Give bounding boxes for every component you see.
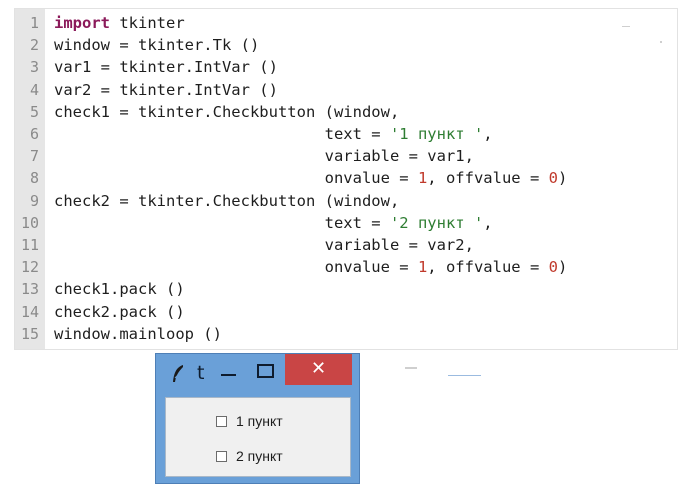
code-text: var1 = tkinter.IntVar () [54, 56, 278, 78]
code-text: check1.pack () [54, 278, 185, 300]
code-text: check2.pack () [54, 301, 185, 323]
code-text: window.mainloop () [54, 323, 222, 345]
line-number: 15 [20, 324, 39, 343]
code-token: check1 = tkinter.Checkbutton (window, [54, 102, 400, 121]
code-token: text = [54, 213, 390, 232]
code-token: variable = var1, [54, 147, 474, 166]
string-token: '1 пункт ' [389, 125, 484, 143]
number-token: 1 [417, 258, 428, 277]
code-text: import tkinter [54, 12, 185, 34]
code-token: tkinter [110, 14, 185, 32]
code-token: window.mainloop () [54, 324, 222, 343]
checkbox-2-box[interactable] [216, 450, 227, 462]
checkbox-1[interactable]: 1 пункт [216, 410, 283, 432]
artifact [660, 41, 662, 43]
artifact [448, 375, 481, 376]
artifact [622, 26, 630, 27]
checkbox-1-box[interactable] [216, 415, 227, 427]
checkbox-2[interactable]: 2 пункт [216, 445, 283, 467]
code-text: check2 = tkinter.Checkbutton (window, [54, 190, 399, 212]
code-text: variable = var2, [54, 234, 474, 256]
code-token: check2.pack () [54, 302, 185, 321]
line-number: 9 [29, 191, 39, 210]
code-token: ) [557, 169, 568, 188]
code-token: ) [557, 258, 568, 277]
number-token: 0 [548, 169, 558, 188]
line-number: 7 [29, 147, 39, 166]
code-token: onvalue = [54, 169, 418, 188]
code-token: , offvalue = [427, 169, 549, 188]
window-client-area: 1 пункт 2 пункт [165, 397, 351, 477]
code-token: , offvalue = [427, 258, 549, 277]
minimize-button[interactable] [217, 360, 241, 384]
code-text: onvalue = 1, offvalue = 0) [54, 256, 568, 278]
line-number: 6 [29, 125, 39, 143]
artifact [405, 367, 417, 369]
code-token: text = [54, 125, 390, 143]
code-token: window = tkinter.Tk () [54, 36, 260, 55]
checkbox-2-label: 2 пункт [236, 448, 283, 464]
code-token: variable = var2, [54, 236, 474, 254]
code-text: check1 = tkinter.Checkbutton (window, [54, 101, 399, 123]
feather-icon [171, 364, 185, 388]
code-text: variable = var1, [54, 145, 474, 167]
code-text: window = tkinter.Tk () [54, 34, 259, 56]
number-token: 1 [417, 169, 428, 188]
code-token: , [483, 125, 493, 143]
line-number: 14 [20, 302, 39, 321]
keyword-token: import [54, 14, 110, 32]
code-token: var1 = tkinter.IntVar () [54, 58, 278, 77]
code-token: check2 = tkinter.Checkbutton (window, [54, 191, 400, 210]
line-number: 3 [29, 58, 39, 77]
string-token: '2 пункт ' [389, 213, 484, 232]
code-token: var2 = tkinter.IntVar () [54, 80, 278, 99]
line-number: 1 [29, 14, 39, 32]
line-number: 13 [20, 280, 39, 299]
title-bar[interactable]: t ✕ [156, 354, 359, 390]
code-text: text = '2 пункт ', [54, 212, 493, 234]
code-text: onvalue = 1, offvalue = 0) [54, 167, 568, 189]
line-number: 11 [20, 236, 39, 254]
code-text: var2 = tkinter.IntVar () [54, 79, 278, 101]
line-number: 10 [20, 213, 39, 232]
line-number: 8 [29, 169, 39, 188]
tk-window: t ✕ 1 пункт 2 пункт [155, 353, 360, 484]
checkbox-1-label: 1 пункт [236, 413, 283, 429]
code-token: check1.pack () [54, 280, 185, 299]
window-title: t [197, 362, 205, 384]
code-token: , [483, 213, 493, 232]
code-editor[interactable]: 1 import tkinter 2 window = tkinter.Tk () 3 v… [14, 8, 678, 350]
line-number: 5 [29, 102, 39, 121]
code-text: text = '1 пункт ', [54, 123, 493, 145]
line-number: 12 [20, 258, 39, 277]
maximize-button[interactable] [253, 360, 277, 384]
close-button[interactable]: ✕ [285, 354, 352, 385]
line-number: 2 [29, 36, 39, 55]
number-token: 0 [548, 258, 558, 277]
code-token: onvalue = [54, 258, 418, 277]
line-number: 4 [29, 80, 39, 99]
